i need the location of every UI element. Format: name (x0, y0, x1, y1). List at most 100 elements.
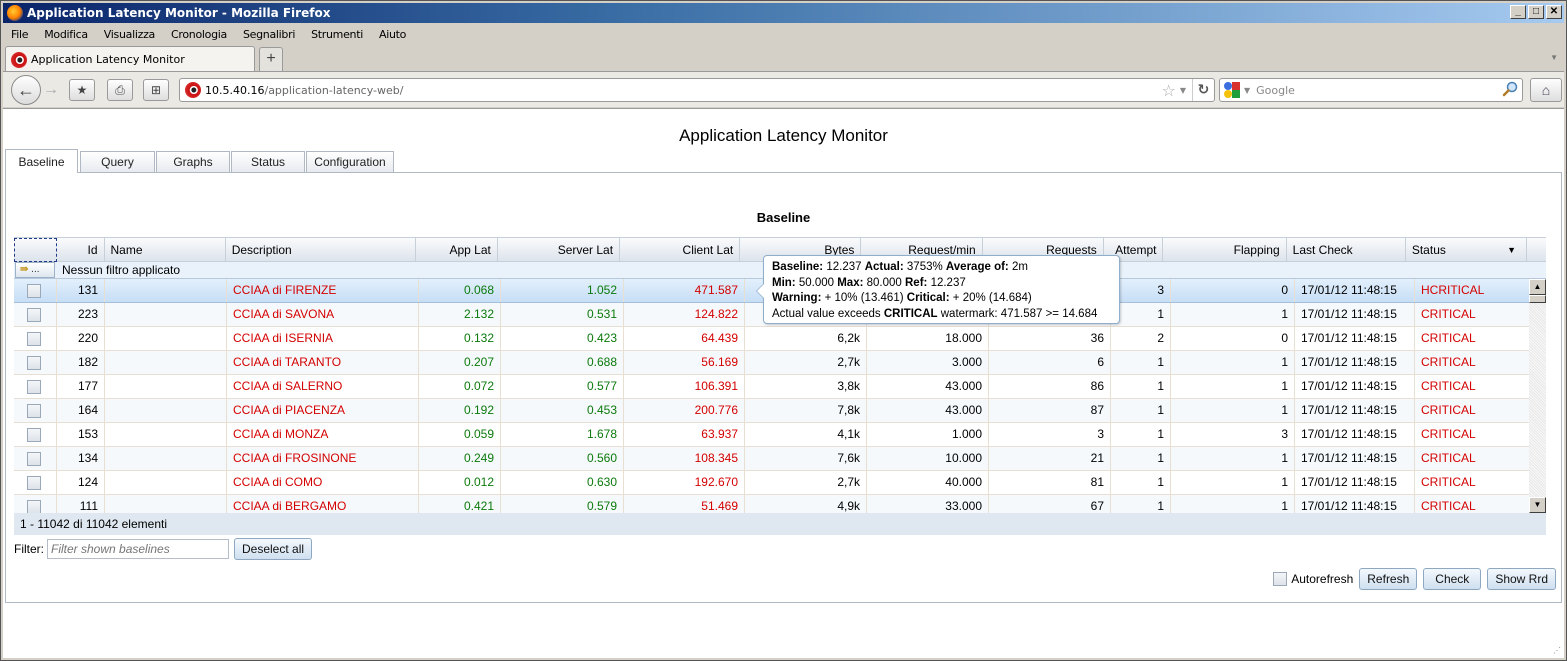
row-checkbox[interactable] (27, 355, 41, 370)
column-header-client-lat[interactable]: Client Lat (620, 238, 741, 262)
cell-flapping: 1 (1171, 399, 1295, 422)
forward-button[interactable]: → (43, 80, 63, 100)
row-checkbox[interactable] (27, 379, 41, 394)
table-row[interactable]: 134 CCIAA di FROSINONE 0.249 0.560 108.345 7,… (14, 447, 1546, 471)
row-checkbox[interactable] (27, 403, 41, 418)
tooltip-label: Max: (837, 276, 864, 289)
cell-name (105, 375, 227, 398)
window-plus-icon: ⊞ (150, 83, 162, 97)
url-path: /application-latency-web/ (264, 83, 404, 97)
reload-icon[interactable]: ↻ (1192, 79, 1214, 101)
search-bar[interactable]: ▼ Google (1219, 78, 1523, 102)
refresh-button[interactable]: Refresh (1359, 568, 1418, 590)
tab-configuration[interactable]: Configuration (306, 151, 394, 173)
scroll-down-button[interactable]: ▼ (1529, 497, 1546, 513)
row-checkbox[interactable] (27, 331, 41, 346)
column-header-id[interactable]: Id (57, 238, 105, 262)
cell-select (14, 447, 57, 470)
menu-visualizza[interactable]: Visualizza (104, 28, 155, 41)
column-header-last-check[interactable]: Last Check (1287, 238, 1406, 262)
new-tab-button[interactable]: + (259, 47, 283, 71)
browser-tab[interactable]: Application Latency Monitor (5, 46, 255, 72)
filter-arrow-icon: ⇛ (20, 264, 29, 275)
google-icon[interactable] (1224, 82, 1240, 98)
table-row[interactable]: 182 CCIAA di TARANTO 0.207 0.688 56.169 2,7k 3… (14, 351, 1546, 375)
cell-select (14, 495, 57, 513)
tab-status[interactable]: Status (231, 151, 305, 173)
cell-status: CRITICAL (1415, 351, 1537, 374)
sort-dropdown-icon[interactable]: ▼ (1507, 238, 1516, 262)
cell-description: CCIAA di TARANTO (227, 351, 419, 374)
cell-bytes: 4,1k (745, 423, 867, 446)
table-row[interactable]: 111 CCIAA di BERGAMO 0.421 0.579 51.469 4,9k 3… (14, 495, 1546, 513)
table-row[interactable]: 220 CCIAA di ISERNIA 0.132 0.423 64.439 6,2k 1… (14, 327, 1546, 351)
menu-segnalibri[interactable]: Segnalibri (243, 28, 295, 41)
scroll-up-button[interactable]: ▲ (1529, 279, 1546, 295)
row-checkbox[interactable] (27, 307, 41, 322)
table-row[interactable]: 164 CCIAA di PIACENZA 0.192 0.453 200.776 7,8… (14, 399, 1546, 423)
cell-app-lat: 0.207 (419, 351, 501, 374)
column-header-status[interactable]: Status ▼ (1406, 238, 1528, 262)
url-bar[interactable]: 10.5.40.16/application-latency-web/ ☆ ▼ … (179, 78, 1215, 102)
column-header-app-lat[interactable]: App Lat (416, 238, 498, 262)
column-header-name[interactable]: Name (105, 238, 226, 262)
row-checkbox[interactable] (27, 427, 41, 442)
close-button[interactable]: ✕ (1546, 5, 1562, 19)
menu-strumenti[interactable]: Strumenti (311, 28, 363, 41)
cell-status: CRITICAL (1415, 423, 1537, 446)
search-engine-dropdown-icon[interactable]: ▼ (1244, 86, 1250, 95)
tooltip-line-baseline: Baseline: 12.237 Actual: 3753% Average o… (772, 260, 1111, 276)
column-header-select[interactable] (14, 238, 57, 262)
cell-app-lat: 0.072 (419, 375, 501, 398)
home-button[interactable]: ⌂ (1530, 78, 1562, 102)
column-header-flapping[interactable]: Flapping (1163, 238, 1287, 262)
tab-baseline[interactable]: Baseline (5, 149, 78, 173)
back-button[interactable]: ← (11, 75, 41, 105)
magnifier-icon[interactable] (1502, 81, 1518, 97)
bookmark-star-icon[interactable]: ☆ (1162, 81, 1176, 100)
menu-modifica[interactable]: Modifica (44, 28, 88, 41)
tab-graphs[interactable]: Graphs (156, 151, 230, 173)
cell-id: 111 (57, 495, 105, 513)
maximize-button[interactable]: □ (1528, 5, 1544, 19)
autorefresh-checkbox[interactable] (1273, 572, 1288, 586)
cell-flapping: 1 (1171, 375, 1295, 398)
tab-query[interactable]: Query (80, 151, 155, 173)
column-header-description[interactable]: Description (226, 238, 417, 262)
table-row[interactable]: 124 CCIAA di COMO 0.012 0.630 192.670 2,7k 40.… (14, 471, 1546, 495)
row-checkbox[interactable] (27, 499, 41, 513)
table-row[interactable]: 177 CCIAA di SALERNO 0.072 0.577 106.391 3,8k… (14, 375, 1546, 399)
cell-id: 134 (57, 447, 105, 470)
bookmarks-button[interactable]: ★ (69, 79, 95, 101)
cell-bytes: 7,6k (745, 447, 867, 470)
scroll-thumb[interactable] (1529, 295, 1546, 303)
url-history-dropdown-icon[interactable]: ▼ (1180, 86, 1186, 95)
show-rrd-button[interactable]: Show Rrd (1487, 568, 1556, 590)
menu-file[interactable]: File (11, 28, 29, 41)
resize-grip-icon[interactable]: ⋰ (1553, 646, 1561, 655)
minimize-button[interactable]: _ (1510, 5, 1526, 19)
deselect-all-button[interactable]: Deselect all (234, 538, 313, 560)
cell-name (105, 495, 227, 513)
column-header-server-lat[interactable]: Server Lat (498, 238, 621, 262)
tooltip-label: CRITICAL (883, 307, 938, 320)
filter-button[interactable]: ⇛ ... (15, 262, 55, 278)
menu-aiuto[interactable]: Aiuto (379, 28, 406, 41)
menu-cronologia[interactable]: Cronologia (171, 28, 227, 41)
print-button[interactable]: ⎙ (107, 79, 133, 101)
autorefresh-toggle[interactable]: Autorefresh (1273, 572, 1353, 586)
cell-name (105, 471, 227, 494)
cell-id: 124 (57, 471, 105, 494)
url-host: 10.5.40.16 (205, 83, 265, 97)
vertical-scrollbar[interactable]: ▲ ▼ (1529, 279, 1546, 513)
table-row[interactable]: 153 CCIAA di MONZA 0.059 1.678 63.937 4,1k 1.0… (14, 423, 1546, 447)
tab-list-icon[interactable]: ▼ (1550, 53, 1558, 62)
row-checkbox[interactable] (27, 451, 41, 466)
cell-client-lat: 192.670 (624, 471, 745, 494)
filter-input[interactable] (47, 539, 229, 559)
cell-flapping: 1 (1171, 303, 1295, 326)
row-checkbox[interactable] (27, 283, 41, 298)
check-button[interactable]: Check (1423, 568, 1482, 590)
new-window-button[interactable]: ⊞ (143, 79, 169, 101)
row-checkbox[interactable] (27, 475, 41, 490)
